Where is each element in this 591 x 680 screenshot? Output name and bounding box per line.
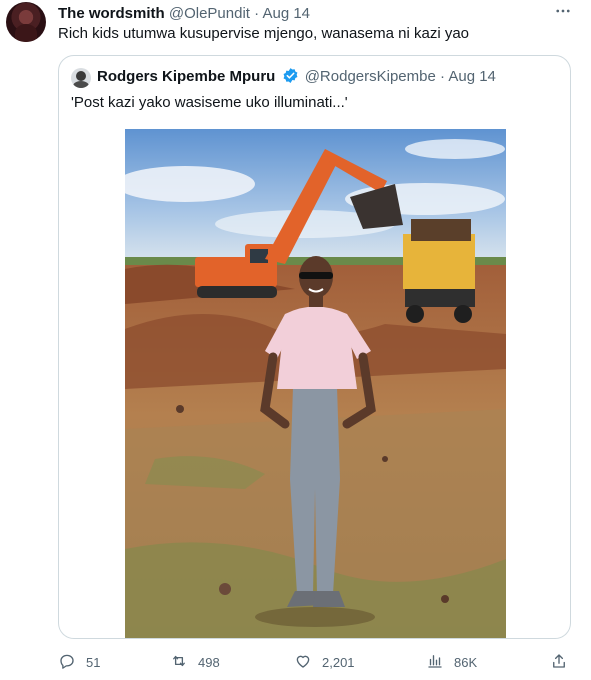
like-count: 2,201 (322, 654, 355, 670)
views-button[interactable]: 86K (426, 650, 477, 674)
reply-count: 51 (86, 654, 101, 670)
retweet-count: 498 (198, 654, 220, 670)
header-separator: · (254, 5, 260, 22)
reply-button[interactable]: 51 (58, 650, 100, 674)
quoted-tweet-date[interactable]: Aug 14 (448, 68, 496, 85)
views-icon (426, 652, 444, 673)
quoted-tweet[interactable]: Rodgers Kipembe Mpuru @RodgersKipembe · … (58, 55, 571, 639)
tweet-text: Rich kids utumwa kusupervise mjengo, wan… (58, 25, 470, 42)
views-count: 86K (454, 654, 478, 670)
reply-icon (58, 652, 76, 673)
like-button[interactable]: 2,201 (294, 650, 355, 674)
share-icon (550, 652, 568, 673)
like-icon (294, 652, 312, 673)
verified-badge-icon (282, 67, 299, 84)
share-button[interactable] (550, 650, 568, 674)
quoted-author-handle[interactable]: @RodgersKipembe (305, 68, 436, 85)
quoted-author-avatar[interactable] (71, 68, 91, 88)
quoted-author-name[interactable]: Rodgers Kipembe Mpuru (97, 68, 275, 85)
retweet-icon (170, 652, 188, 673)
author-handle[interactable]: @OlePundit (169, 5, 250, 22)
quoted-tweet-text: 'Post kazi yako wasiseme uko illuminati.… (71, 94, 348, 111)
author-avatar[interactable] (6, 2, 46, 42)
tweet-header: The wordsmith @OlePundit · Aug 14 (58, 4, 310, 24)
retweet-button[interactable]: 498 (170, 650, 220, 674)
tweet-date[interactable]: Aug 14 (262, 5, 310, 22)
quoted-header-separator: · (440, 68, 446, 85)
quoted-tweet-photo[interactable] (125, 129, 506, 638)
tweet-actions-bar: 51 498 2,201 86K (0, 650, 591, 674)
more-horizontal-icon[interactable] (552, 2, 574, 22)
author-name[interactable]: The wordsmith (58, 5, 165, 22)
quoted-tweet-header: Rodgers Kipembe Mpuru @RodgersKipembe · … (97, 67, 496, 87)
